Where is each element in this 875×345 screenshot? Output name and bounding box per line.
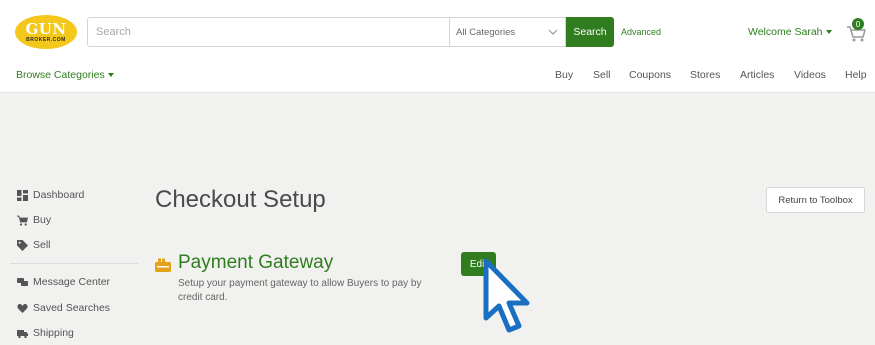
advanced-search-link[interactable]: Advanced <box>621 27 661 37</box>
site-header: GUN BROKER.COM All Categories Search Adv… <box>0 0 875 93</box>
payment-gateway-description: Setup your payment gateway to allow Buye… <box>178 278 422 303</box>
logo-main-text: GUN <box>25 19 67 38</box>
sidebar-item-label: Buy <box>33 214 52 226</box>
search-input[interactable] <box>87 17 449 47</box>
dashboard-icon <box>17 189 28 201</box>
chevron-down-icon <box>548 29 558 35</box>
nav-stores[interactable]: Stores <box>690 69 720 81</box>
truck-icon <box>17 329 28 338</box>
category-select-value: All Categories <box>456 26 516 38</box>
browse-categories-menu[interactable]: Browse Categories <box>16 69 114 81</box>
cart-count-badge: 0 <box>852 18 864 30</box>
chat-icon <box>17 277 28 286</box>
category-select[interactable]: All Categories <box>449 17 566 47</box>
sidebar-item-sell[interactable]: Sell <box>17 239 51 251</box>
sidebar-item-label: Message Center <box>33 276 111 288</box>
welcome-text: Welcome Sarah <box>748 26 823 38</box>
credit-card-icon <box>155 258 171 272</box>
sidebar-item-saved-searches[interactable]: Saved Searches <box>17 302 110 314</box>
browse-categories-label: Browse Categories <box>16 69 105 81</box>
sidebar-item-buy[interactable]: Buy <box>17 214 51 226</box>
nav-buy[interactable]: Buy <box>555 69 573 81</box>
sidebar-divider <box>10 263 138 264</box>
sidebar-item-dashboard[interactable]: Dashboard <box>17 189 84 201</box>
sidebar-item-label: Saved Searches <box>33 302 111 314</box>
caret-down-icon <box>107 73 114 77</box>
payment-gateway-title: Payment Gateway <box>178 252 334 273</box>
welcome-user-menu[interactable]: Welcome Sarah <box>748 26 832 38</box>
nav-sell[interactable]: Sell <box>593 69 611 81</box>
search-button[interactable]: Search <box>566 17 614 47</box>
sidebar-item-label: Sell <box>33 239 51 251</box>
tag-icon <box>17 239 28 251</box>
page-title: Checkout Setup <box>155 186 326 213</box>
sidebar-item-label: Dashboard <box>33 189 85 201</box>
mouse-cursor-icon <box>483 258 530 333</box>
caret-down-icon <box>825 30 832 34</box>
nav-coupons[interactable]: Coupons <box>629 69 671 81</box>
nav-videos[interactable]: Videos <box>794 69 826 81</box>
cart-icon <box>17 215 28 226</box>
sidebar-item-message-center[interactable]: Message Center <box>17 276 110 288</box>
nav-help[interactable]: Help <box>845 69 867 81</box>
logo-sub-text: BROKER.COM <box>26 36 66 43</box>
return-to-toolbox-button[interactable]: Return to Toolbox <box>766 187 865 213</box>
gunbroker-logo[interactable]: GUN BROKER.COM <box>15 15 77 49</box>
sidebar-item-shipping[interactable]: Shipping <box>17 327 74 339</box>
nav-articles[interactable]: Articles <box>740 69 774 81</box>
sidebar-item-label: Shipping <box>33 327 74 339</box>
heart-icon <box>17 303 28 313</box>
